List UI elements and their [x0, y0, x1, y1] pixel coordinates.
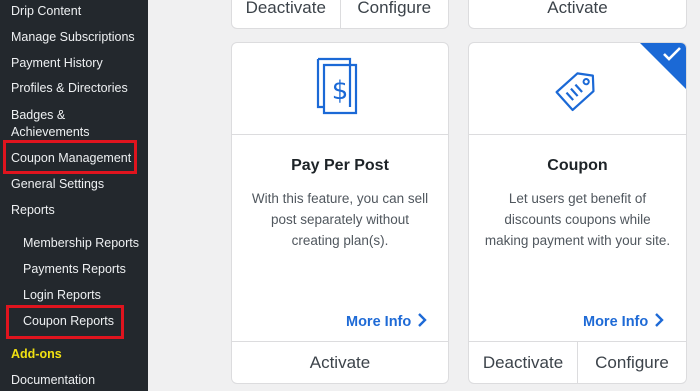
card-title: Pay Per Post	[291, 157, 389, 174]
sidebar-item-membership-reports[interactable]: Membership Reports	[23, 235, 139, 251]
sidebar-item-reports[interactable]: Reports	[11, 202, 55, 218]
configure-button[interactable]: Configure	[577, 342, 686, 383]
dollar-document-icon: $	[232, 57, 448, 119]
sidebar-item-documentation[interactable]: Documentation	[11, 372, 95, 388]
card-description: With this feature, you can sell post sep…	[251, 191, 429, 248]
card-top-left: Deactivate Configure	[231, 0, 449, 29]
card-coupon: Coupon Let users get benefit of discount…	[468, 42, 687, 384]
admin-sidebar: Drip Content Manage Subscriptions Paymen…	[0, 0, 148, 391]
sidebar-item-login-reports[interactable]: Login Reports	[23, 287, 101, 303]
configure-button[interactable]: Configure	[339, 0, 449, 28]
card-pay-per-post: $ Pay Per Post With this feature, you ca…	[231, 42, 449, 384]
coupon-management-highlight	[3, 140, 137, 174]
activate-button[interactable]: Activate	[469, 0, 686, 28]
sidebar-item-drip-content[interactable]: Drip Content	[11, 3, 81, 19]
sidebar-item-badges-line1[interactable]: Badges &	[11, 107, 65, 123]
card-top-right: Activate	[468, 0, 687, 29]
sidebar-item-general-settings[interactable]: General Settings	[11, 176, 104, 192]
card-description: Let users get benefit of discounts coupo…	[484, 191, 671, 248]
sidebar-item-add-ons[interactable]: Add-ons	[11, 346, 62, 362]
sidebar-item-profiles-directories[interactable]: Profiles & Directories	[11, 80, 128, 96]
activate-button[interactable]: Activate	[232, 342, 448, 383]
more-info-link[interactable]: More Info	[583, 313, 664, 331]
svg-text:$: $	[332, 76, 349, 106]
sidebar-item-manage-subscriptions[interactable]: Manage Subscriptions	[11, 29, 135, 45]
chevron-right-icon	[654, 313, 664, 331]
card-title: Coupon	[547, 157, 608, 174]
add-ons-grid: Deactivate Configure Activate $ Pay Per …	[148, 0, 700, 391]
chevron-right-icon	[417, 313, 427, 331]
deactivate-button[interactable]: Deactivate	[232, 0, 340, 28]
coupon-reports-highlight	[6, 305, 124, 339]
sidebar-item-payments-reports[interactable]: Payments Reports	[23, 261, 126, 277]
coupon-tag-icon	[469, 61, 686, 117]
sidebar-item-payment-history[interactable]: Payment History	[11, 55, 103, 71]
sidebar-item-badges-line2[interactable]: Achievements	[11, 124, 90, 140]
deactivate-button[interactable]: Deactivate	[469, 342, 577, 383]
more-info-link[interactable]: More Info	[346, 313, 427, 331]
